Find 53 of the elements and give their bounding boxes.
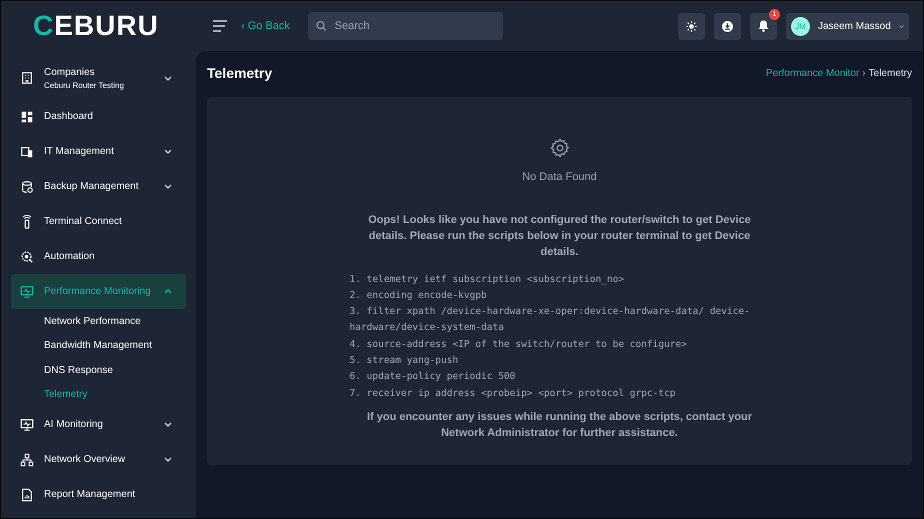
download-button[interactable] bbox=[714, 12, 741, 40]
empty-state-title: No Data Found bbox=[522, 170, 597, 185]
sidebar-item[interactable]: Backup Management bbox=[11, 169, 186, 204]
submenu-item[interactable]: Bandwidth Management bbox=[44, 334, 186, 358]
go-back-link[interactable]: ‹ Go Back bbox=[241, 18, 290, 34]
sidebar-item[interactable]: Dashboard bbox=[11, 99, 186, 134]
submenu-item[interactable]: Telemetry bbox=[44, 382, 186, 407]
script-line: 3. filter xpath /device-hardware-xe-oper:device-hardware-data/ device-hardware/device-system-data bbox=[350, 305, 751, 336]
script-line: 5. stream yang-push bbox=[350, 354, 460, 368]
gear-icon bbox=[20, 250, 34, 264]
breadcrumb-separator: › bbox=[862, 67, 866, 81]
sidebar-item[interactable]: Terminal Connect bbox=[11, 204, 186, 239]
sidebar-item[interactable]: AI Monitoring bbox=[11, 407, 186, 442]
search-field[interactable]: Search bbox=[308, 12, 503, 40]
sidebar-item[interactable]: Performance Monitoring bbox=[11, 274, 186, 309]
database-icon bbox=[20, 180, 34, 194]
network-icon bbox=[20, 452, 34, 466]
script-line: 7. receiver ip address <probeip> <port> protocol grpc-tcp bbox=[350, 386, 677, 401]
sun-icon bbox=[686, 20, 697, 32]
breadcrumb-current: Telemetry bbox=[868, 67, 912, 81]
sidebar-item[interactable]: Companies Ceburu Router Testing bbox=[11, 57, 186, 99]
breadcrumb-link[interactable]: Performance Monitor bbox=[766, 66, 860, 81]
help-message: If you encounter any issues while running the above scripts, contact your Network Administrator for further assistance. bbox=[366, 410, 754, 441]
monitor-icon bbox=[20, 418, 34, 432]
menu-icon[interactable] bbox=[213, 20, 227, 32]
building-icon bbox=[20, 71, 34, 85]
script-line: 2. encoding encode-kvgpb bbox=[350, 288, 488, 303]
page-title: Telemetry bbox=[207, 64, 272, 83]
search-input[interactable]: Search bbox=[334, 18, 495, 34]
sidebar-item[interactable]: Report Management bbox=[11, 477, 186, 512]
chevron-down-icon bbox=[898, 24, 904, 28]
submenu-item[interactable]: DNS Response bbox=[44, 358, 186, 382]
remote-icon bbox=[20, 214, 34, 228]
sidebar-item[interactable]: Automation bbox=[11, 239, 186, 274]
sidebar-item[interactable]: Network Overview bbox=[11, 442, 186, 477]
submenu-item[interactable]: Network Performance bbox=[44, 309, 186, 334]
gear-icon bbox=[548, 137, 570, 159]
script-line: 1. telemetry ietf subscription <subscription_no> bbox=[350, 272, 626, 286]
bell-icon bbox=[758, 20, 769, 32]
search-icon bbox=[316, 20, 327, 32]
logo: CEBURU bbox=[33, 9, 159, 43]
report-icon bbox=[20, 488, 34, 502]
script-line: 4. source-address <IP of the switch/router to be configure> bbox=[350, 338, 688, 352]
devices-icon bbox=[20, 144, 34, 158]
user-menu-button[interactable]: JM Jaseem Massod bbox=[786, 12, 909, 40]
monitor-icon bbox=[20, 284, 34, 298]
avatar: JM bbox=[791, 16, 810, 36]
theme-toggle-button[interactable] bbox=[678, 12, 705, 40]
sidebar-item[interactable]: IT Management bbox=[11, 134, 186, 169]
dashboard-icon bbox=[20, 110, 34, 124]
empty-state-message: Oops! Looks like you have not configured the router/switch to get Device details. Please run the scripts below in your router terminal to get Device details. bbox=[367, 212, 752, 260]
script-line: 6. update-policy periodic 500 bbox=[350, 370, 516, 384]
download-icon bbox=[722, 20, 733, 32]
